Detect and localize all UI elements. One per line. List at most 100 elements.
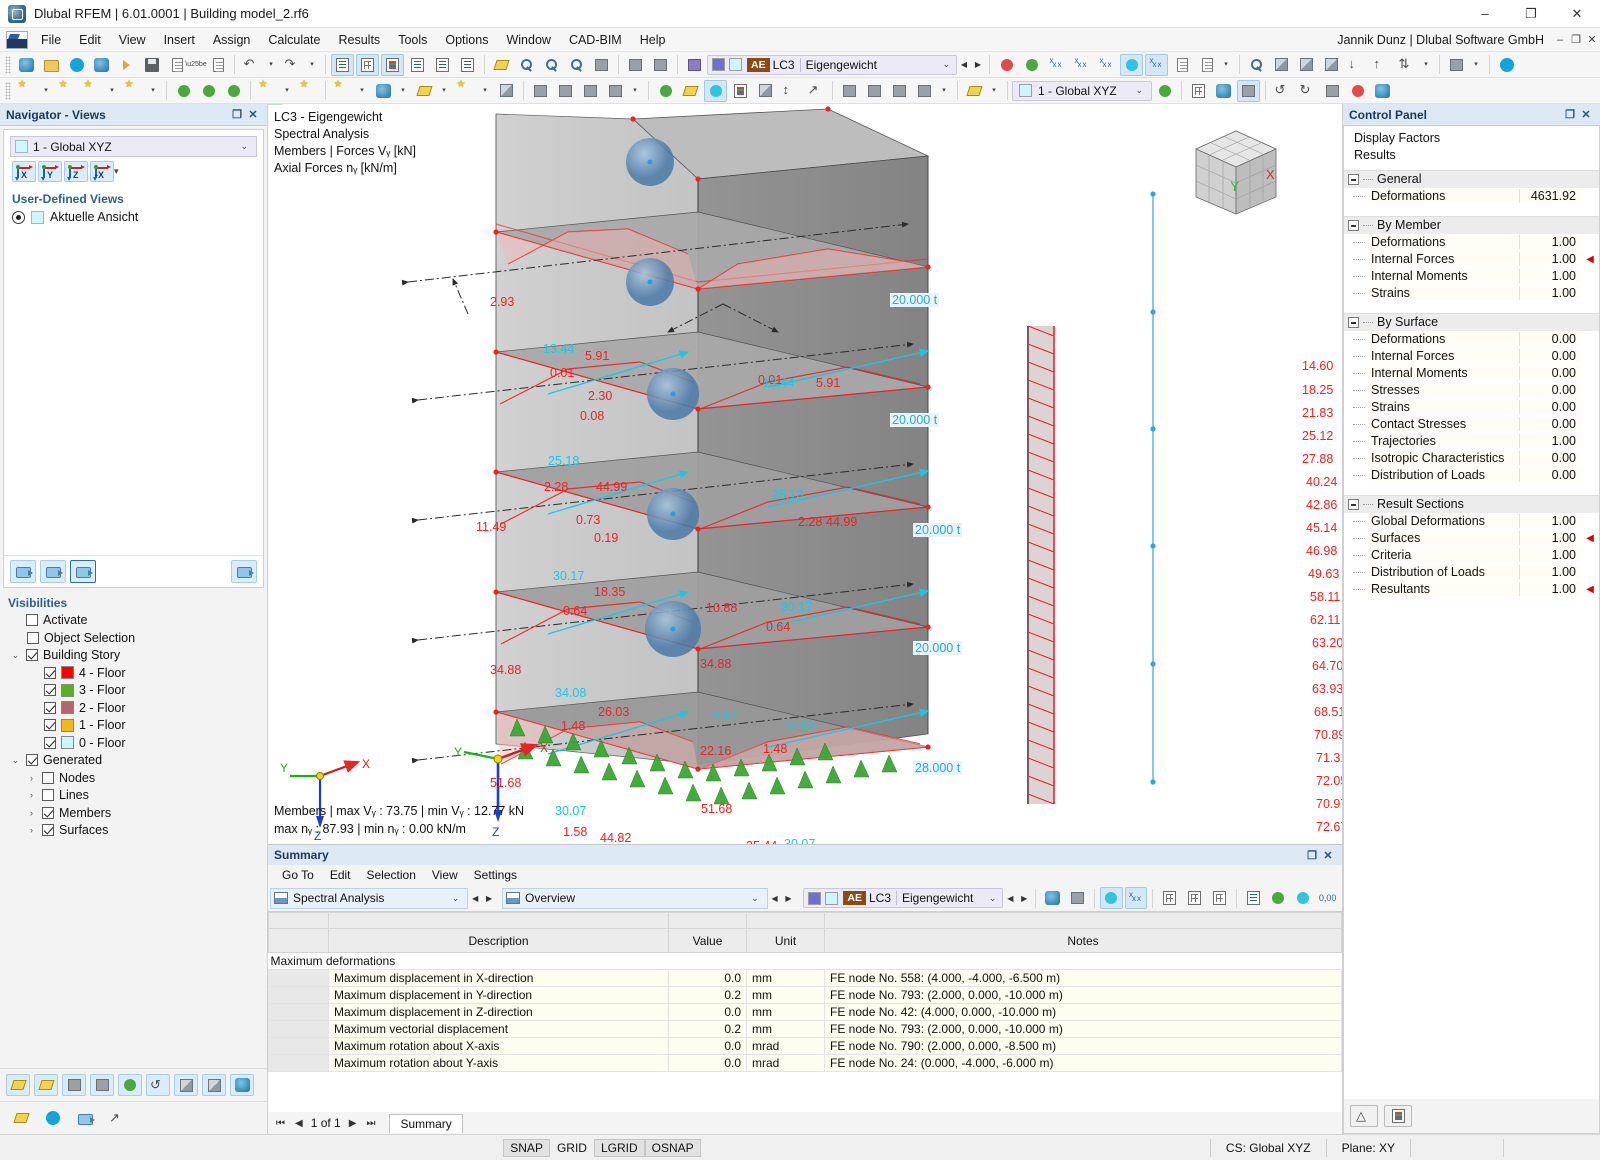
new-angle-dimension-button[interactable] bbox=[297, 80, 320, 102]
mesh-settings-button[interactable] bbox=[554, 80, 577, 102]
menu-item-options[interactable]: Options bbox=[436, 31, 497, 49]
new-node-dropdown[interactable]: ▾ bbox=[40, 80, 54, 102]
table-next-button[interactable]: ▶ bbox=[782, 889, 796, 907]
factor-row-surface-trajectories[interactable]: Trajectories 1.00 bbox=[1344, 433, 1599, 450]
summary-show-values-button[interactable] bbox=[1100, 887, 1123, 909]
tree-expander-building-story[interactable]: ⌄ bbox=[10, 650, 21, 661]
tree-expander-nodes[interactable]: › bbox=[26, 773, 37, 783]
navigator-close-icon[interactable]: ✕ bbox=[245, 108, 261, 121]
factor-row-surface-internal-forces[interactable]: Internal Forces 0.00 bbox=[1344, 348, 1599, 365]
user-view-radio[interactable] bbox=[12, 211, 25, 224]
menu-item-assign[interactable]: Assign bbox=[204, 31, 260, 49]
show-numbering-button[interactable] bbox=[624, 54, 647, 76]
redo-button[interactable]: ↷ bbox=[281, 54, 304, 76]
print-preview-button[interactable] bbox=[1195, 54, 1218, 76]
factor-row-surface-distribution[interactable]: Distribution of Loads 0.00 bbox=[1344, 467, 1599, 484]
checkbox-nodes[interactable] bbox=[42, 772, 54, 784]
result-values-button[interactable] bbox=[1045, 54, 1068, 76]
factor-value-surface-deformations[interactable]: 0.00 bbox=[1519, 332, 1581, 346]
factor-value-rs-surfaces[interactable]: 1.00 bbox=[1519, 531, 1581, 545]
render-shading-button[interactable] bbox=[1295, 54, 1318, 76]
menu-item-edit[interactable]: Edit bbox=[70, 31, 110, 49]
calculate-button[interactable] bbox=[995, 54, 1018, 76]
new-view-button[interactable] bbox=[10, 560, 36, 583]
result-surface-button[interactable] bbox=[654, 80, 677, 102]
color-legend-button[interactable] bbox=[1384, 1105, 1412, 1127]
colored-table-toggle-button[interactable] bbox=[381, 54, 404, 76]
summary-filter-button[interactable] bbox=[1041, 887, 1064, 909]
factor-value-surface-internal-forces[interactable]: 0.00 bbox=[1519, 349, 1581, 363]
col-header-notes[interactable]: Notes bbox=[825, 929, 1342, 953]
object-snap-button[interactable] bbox=[1212, 80, 1235, 102]
tree-row-members[interactable]: › Members bbox=[4, 804, 267, 822]
console-button[interactable] bbox=[406, 54, 429, 76]
factor-value-surface-contact-stresses[interactable]: 0.00 bbox=[1519, 417, 1581, 431]
factor-row-member-deformations[interactable]: Deformations 1.00 bbox=[1344, 234, 1599, 251]
properties-button[interactable] bbox=[1371, 80, 1394, 102]
tree-expander-generated[interactable]: ⌄ bbox=[10, 755, 21, 766]
navigator-tab-display[interactable] bbox=[40, 1107, 66, 1129]
check-visibility-button[interactable] bbox=[118, 1074, 142, 1096]
tree-row-floor-4[interactable]: 4 - Floor bbox=[4, 664, 267, 682]
tree-row-floor-1[interactable]: 1 - Floor bbox=[4, 717, 267, 735]
tree-row-floor-2[interactable]: 2 - Floor bbox=[4, 699, 267, 717]
new-nodal-support-button[interactable] bbox=[172, 80, 195, 102]
factor-value-surface-internal-moments[interactable]: 0.00 bbox=[1519, 366, 1581, 380]
result-box-button[interactable] bbox=[754, 80, 777, 102]
factor-row-rs-surfaces[interactable]: Surfaces 1.00 ◀ bbox=[1344, 530, 1599, 547]
model-view-button[interactable] bbox=[1270, 54, 1293, 76]
pager-first-button[interactable]: ⏮ bbox=[274, 1118, 287, 1129]
axis-more-dropdown-icon[interactable]: ▾ bbox=[114, 166, 119, 177]
navigator-tab-views[interactable] bbox=[72, 1107, 98, 1129]
tree-row-floor-3[interactable]: 3 - Floor bbox=[4, 682, 267, 700]
result-section-toggle-button[interactable] bbox=[704, 80, 727, 102]
invert-visibility-button[interactable] bbox=[90, 1074, 114, 1096]
factor-row-member-internal-moments[interactable]: Internal Moments 1.00 bbox=[1344, 268, 1599, 285]
show-all-button[interactable] bbox=[202, 1074, 226, 1096]
summary-values-xxx-button[interactable] bbox=[1125, 887, 1148, 909]
user-view-item[interactable]: Aktuelle Ansicht bbox=[4, 208, 263, 226]
new-load-dropdown[interactable]: ▾ bbox=[479, 80, 493, 102]
summary-restore-icon[interactable]: ❐ bbox=[1304, 849, 1320, 862]
summary-menu-go-to[interactable]: Go To bbox=[274, 866, 322, 884]
navigator-tab-results[interactable]: ↗ bbox=[104, 1107, 130, 1129]
group-visibility-button[interactable] bbox=[174, 1074, 198, 1096]
tree-expander-surfaces[interactable]: › bbox=[26, 825, 37, 835]
coordinate-system-combo[interactable]: 1 - Global XYZ ⌄ bbox=[1012, 81, 1152, 101]
table-row[interactable]: Maximum rotation about X-axis 0.0 mrad F… bbox=[269, 1038, 1342, 1055]
new-dimension-button[interactable] bbox=[256, 80, 279, 102]
toolbar-grip-2[interactable] bbox=[5, 82, 11, 100]
section-view-3-button[interactable] bbox=[888, 80, 911, 102]
factor-row-surface-isotropic[interactable]: Isotropic Characteristics 0.00 bbox=[1344, 450, 1599, 467]
summary-lc-next-button[interactable]: ▶ bbox=[1017, 889, 1031, 907]
status-grid-toggle[interactable]: GRID bbox=[550, 1139, 594, 1157]
open-file-button[interactable] bbox=[40, 54, 63, 76]
checkbox-lines[interactable] bbox=[42, 789, 54, 801]
new-cutting-dropdown[interactable]: ▾ bbox=[438, 80, 452, 102]
new-cutting-plane-button[interactable] bbox=[413, 80, 436, 102]
save-view-button[interactable] bbox=[40, 560, 66, 583]
factor-value-surface-stresses[interactable]: 0.00 bbox=[1519, 383, 1581, 397]
tree-row-nodes[interactable]: › Nodes bbox=[4, 769, 267, 787]
group-header-result-sections[interactable]: Result Sections bbox=[1344, 495, 1599, 513]
mesh-dropdown[interactable]: ▾ bbox=[629, 80, 643, 102]
summary-menu-settings[interactable]: Settings bbox=[466, 866, 525, 884]
settings-button[interactable] bbox=[1445, 54, 1468, 76]
sort-descending-button[interactable]: ↑ bbox=[1370, 54, 1393, 76]
factor-row-rs-global-deformations[interactable]: Global Deformations 1.00 bbox=[1344, 513, 1599, 530]
group-header-by-member[interactable]: By Member bbox=[1344, 216, 1599, 234]
rotate-left-button[interactable]: ↺ bbox=[1271, 80, 1294, 102]
doc-minimize-button[interactable]: – bbox=[1552, 31, 1568, 49]
load-case-combo[interactable]: AE LC3 Eigengewicht ⌄ bbox=[707, 55, 957, 75]
factor-row-rs-criteria[interactable]: Criteria 1.00 bbox=[1344, 547, 1599, 564]
print-report-button[interactable] bbox=[206, 54, 229, 76]
factor-value-rs-distribution[interactable]: 1.00 bbox=[1519, 565, 1581, 579]
show-dimensions-button[interactable] bbox=[649, 54, 672, 76]
menu-item-insert[interactable]: Insert bbox=[155, 31, 204, 49]
new-member-dropdown[interactable]: ▾ bbox=[106, 80, 120, 102]
delete-view-button[interactable] bbox=[231, 560, 257, 583]
new-surface-support-button[interactable] bbox=[222, 80, 245, 102]
table-row[interactable]: Maximum displacement in Y-direction 0.2 … bbox=[269, 987, 1342, 1004]
settings-dropdown[interactable]: ▾ bbox=[1470, 54, 1484, 76]
tree-row-activate[interactable]: Activate bbox=[4, 612, 267, 630]
